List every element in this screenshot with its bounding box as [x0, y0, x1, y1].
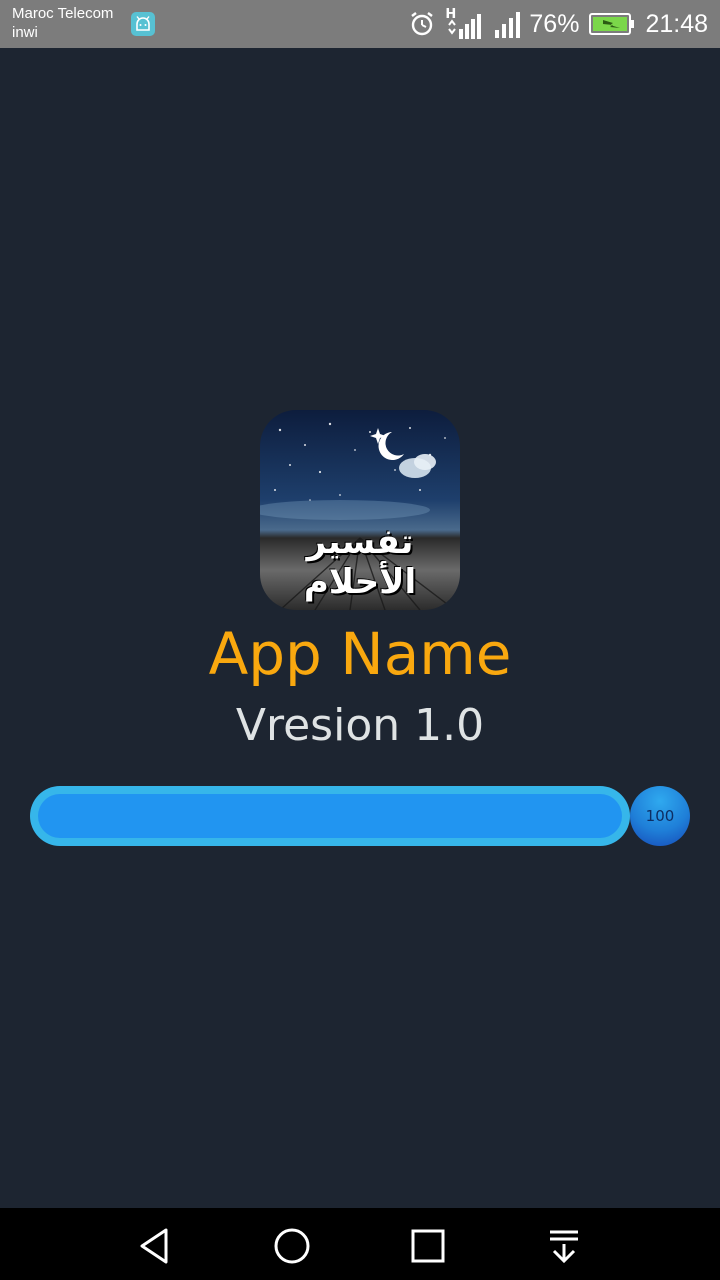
carrier-name-secondary: inwi: [12, 24, 38, 41]
android-notification-icon: [131, 12, 155, 36]
app-icon-caption: تفسير الأحلام: [303, 522, 417, 602]
signal-h-icon: H: [445, 7, 483, 41]
status-bar: Maroc Telecom inwi H 76% 21:48: [0, 0, 720, 48]
status-icons: H 76% 21:48: [399, 0, 708, 48]
battery-charging-icon: [589, 13, 635, 35]
carrier-name-primary: Maroc Telecom: [12, 5, 114, 22]
back-icon[interactable]: [136, 1226, 176, 1266]
home-icon[interactable]: [272, 1226, 312, 1266]
app-icon: تفسير الأحلام: [260, 410, 460, 610]
navigation-bar: [0, 1208, 720, 1280]
carrier-info: Maroc Telecom inwi: [12, 4, 113, 42]
clock: 21:48: [645, 9, 708, 38]
signal-strength-icon: [495, 12, 521, 38]
progress-bar: [30, 786, 630, 846]
alarm-icon: [411, 12, 434, 36]
progress-fill: [38, 794, 622, 838]
recents-icon[interactable]: [408, 1226, 448, 1266]
progress-value-badge: 100: [630, 786, 690, 846]
app-version: Vresion 1.0: [235, 700, 485, 751]
notification-pull-icon[interactable]: [544, 1226, 584, 1266]
app-name: App Name: [208, 620, 512, 688]
battery-percent: 76%: [529, 9, 580, 38]
